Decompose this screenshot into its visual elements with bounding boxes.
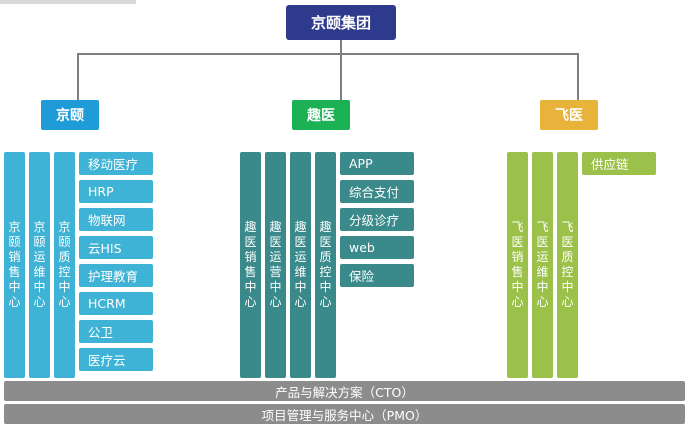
quyi-item: 分级诊疗 [340,208,414,231]
quyi-ops-center: 趣医运维中心 [290,152,311,378]
root-node: 京颐集团 [286,5,396,40]
feiyi-sales-center: 飞医销售中心 [507,152,528,378]
quyi-item: 保险 [340,264,414,287]
group-jingyi: 京颐 [41,100,99,130]
jingyi-item: HCRM [79,292,153,315]
group-quyi: 趣医 [292,100,350,130]
connector-jingyi [77,53,79,100]
connector-quyi [340,53,342,100]
jingyi-item: 护理教育 [79,264,153,287]
jingyi-ops-center: 京颐运维中心 [29,152,50,378]
jingyi-sales-center: 京颐销售中心 [4,152,25,378]
quyi-operation-center: 趣医运营中心 [265,152,286,378]
jingyi-item: HRP [79,180,153,203]
jingyi-item: 移动医疗 [79,152,153,175]
feiyi-qc-center: 飞医质控中心 [557,152,578,378]
quyi-item: APP [340,152,414,175]
group-feiyi: 飞医 [540,100,598,130]
quyi-qc-center: 趣医质控中心 [315,152,336,378]
connector-horizontal [77,53,579,55]
feiyi-item: 供应链 [582,152,656,175]
jingyi-item: 物联网 [79,208,153,231]
jingyi-item: 云HIS [79,236,153,259]
connector-root-down [340,40,342,54]
pmo-bar: 项目管理与服务中心（PMO） [4,404,685,424]
connector-feiyi [577,53,579,100]
quyi-item: web [340,236,414,259]
quyi-sales-center: 趣医销售中心 [240,152,261,378]
feiyi-ops-center: 飞医运维中心 [532,152,553,378]
top-decor-bar [0,0,136,4]
quyi-item: 综合支付 [340,180,414,203]
jingyi-item: 公卫 [79,320,153,343]
jingyi-item: 医疗云 [79,348,153,371]
cto-bar: 产品与解决方案（CTO） [4,381,685,401]
jingyi-qc-center: 京颐质控中心 [54,152,75,378]
